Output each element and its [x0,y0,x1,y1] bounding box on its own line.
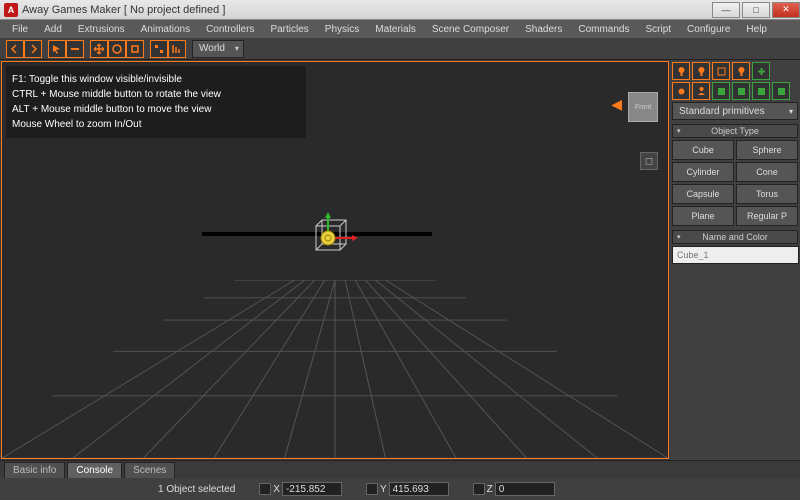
menu-controllers[interactable]: Controllers [198,22,262,37]
menu-bar: File Add Extrusions Animations Controlle… [0,20,800,38]
panel-green-1[interactable] [712,82,730,100]
z-label: Z [487,484,493,495]
panel-icon-4[interactable] [732,62,750,80]
menu-commands[interactable]: Commands [570,22,637,37]
tool-move-button[interactable] [90,40,108,58]
tool-scale-button[interactable] [126,40,144,58]
tool-align-button[interactable] [168,40,186,58]
obj-sphere-button[interactable]: Sphere [736,140,798,160]
obj-torus-button[interactable]: Torus [736,184,798,204]
bottom-tabs: Basic info Console Scenes [0,460,800,478]
obj-plane-button[interactable]: Plane [672,206,734,226]
tool-snap-button[interactable] [150,40,168,58]
panel-green-3[interactable] [752,82,770,100]
menu-configure[interactable]: Configure [679,22,738,37]
obj-cube-button[interactable]: Cube [672,140,734,160]
viewport-settings-icon[interactable]: ◻ [640,152,658,170]
panel-add-icon[interactable] [752,62,770,80]
x-lock-checkbox[interactable] [259,483,271,495]
y-label: Y [380,484,387,495]
window-title: Away Games Maker [ No project defined ] [22,4,710,16]
help-overlay: F1: Toggle this window visible/invisible… [6,66,306,138]
obj-capsule-button[interactable]: Capsule [672,184,734,204]
menu-animations[interactable]: Animations [133,22,198,37]
obj-cylinder-button[interactable]: Cylinder [672,162,734,182]
help-line: CTRL + Mouse middle button to rotate the… [12,87,300,102]
panel-icon-1[interactable] [672,62,690,80]
obj-cone-button[interactable]: Cone [736,162,798,182]
menu-materials[interactable]: Materials [367,22,424,37]
menu-help[interactable]: Help [738,22,775,37]
panel-icon-2[interactable] [692,62,710,80]
menu-add[interactable]: Add [36,22,70,37]
menu-physics[interactable]: Physics [317,22,367,37]
menu-script[interactable]: Script [637,22,679,37]
window-close-button[interactable]: ✕ [772,2,800,18]
window-titlebar: A Away Games Maker [ No project defined … [0,0,800,20]
x-label: X [273,484,280,495]
panel-green-4[interactable] [772,82,790,100]
menu-file[interactable]: File [4,22,36,37]
window-minimize-button[interactable]: — [712,2,740,18]
primitive-type-dropdown[interactable]: Standard primitives [672,102,798,120]
window-maximize-button[interactable]: □ [742,2,770,18]
coord-space-dropdown[interactable]: World [192,40,244,58]
tab-console[interactable]: Console [67,462,122,478]
tool-undo-button[interactable] [6,40,24,58]
tool-rotate-button[interactable] [108,40,126,58]
floor-grid [2,280,668,458]
right-panel: Standard primitives Object Type Cube Sph… [670,60,800,460]
y-lock-checkbox[interactable] [366,483,378,495]
help-line: Mouse Wheel to zoom In/Out [12,117,300,132]
app-icon: A [4,3,18,17]
help-line: ALT + Mouse middle button to move the vi… [12,102,300,117]
panel-icon-6[interactable] [692,82,710,100]
tab-scenes[interactable]: Scenes [124,462,175,478]
obj-regularp-button[interactable]: Regular P [736,206,798,226]
panel-icon-5[interactable] [672,82,690,100]
section-object-type[interactable]: Object Type [672,124,798,138]
menu-shaders[interactable]: Shaders [517,22,570,37]
z-lock-checkbox[interactable] [473,483,485,495]
menu-particles[interactable]: Particles [262,22,316,37]
status-bar: 1 Object selected X -215.852 Y 415.693 Z… [0,478,800,500]
y-value-input[interactable]: 415.693 [389,482,449,496]
menu-extrusions[interactable]: Extrusions [70,22,133,37]
orientation-cube[interactable]: Front [628,92,658,122]
tool-redo-button[interactable] [24,40,42,58]
viewport-3d[interactable]: F1: Toggle this window visible/invisible… [1,61,669,459]
object-name-input[interactable] [672,246,799,264]
tool-link-button[interactable] [66,40,84,58]
panel-icon-3[interactable] [712,62,730,80]
tab-basic-info[interactable]: Basic info [4,462,65,478]
section-name-color[interactable]: Name and Color [672,230,798,244]
z-value-input[interactable]: 0 [495,482,555,496]
menu-scene-composer[interactable]: Scene Composer [424,22,517,37]
panel-green-2[interactable] [732,82,750,100]
selected-object-gizmo[interactable] [302,212,362,277]
help-line: F1: Toggle this window visible/invisible [12,72,300,87]
orient-arrow-icon[interactable]: ◀ [611,96,622,113]
main-toolbar: World [0,38,800,60]
x-value-input[interactable]: -215.852 [282,482,342,496]
tool-select-button[interactable] [48,40,66,58]
selection-info: 1 Object selected [158,484,235,495]
